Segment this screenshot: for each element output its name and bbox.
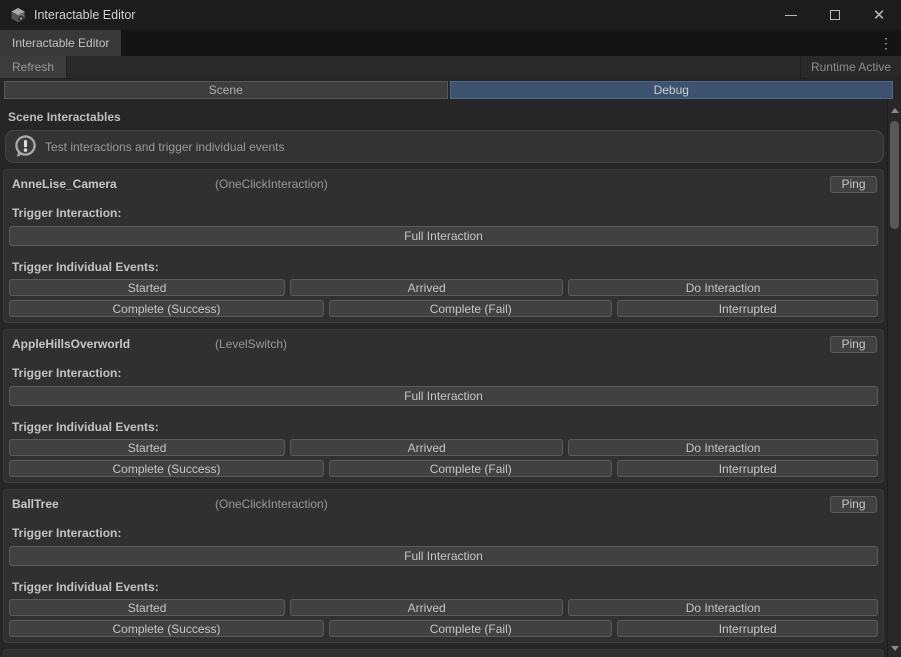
info-bubble-icon	[14, 135, 37, 158]
tab-strip: Interactable Editor ⋮	[0, 30, 901, 56]
tab-scene[interactable]: Scene	[4, 81, 448, 99]
window-title: Interactable Editor	[34, 8, 135, 22]
interrupted-button[interactable]: Interrupted	[617, 460, 878, 477]
interactable-section-balltree: BallTree (OneClickInteraction) Ping Trig…	[3, 489, 884, 643]
complete-fail-button[interactable]: Complete (Fail)	[329, 300, 612, 317]
interactable-type: (OneClickInteraction)	[215, 497, 830, 511]
events-row-2: Complete (Success) Complete (Fail) Inter…	[9, 300, 878, 317]
full-interaction-button[interactable]: Full Interaction	[9, 546, 878, 566]
interactable-name: BallTree	[9, 497, 215, 511]
toolbar-spacer	[67, 56, 800, 78]
trigger-interaction-label: Trigger Interaction:	[9, 366, 878, 380]
view-toggle: Scene Debug	[0, 79, 901, 99]
started-button[interactable]: Started	[9, 439, 285, 456]
complete-success-button[interactable]: Complete (Success)	[9, 460, 324, 477]
info-text: Test interactions and trigger individual…	[45, 140, 284, 154]
next-section-partial	[3, 649, 884, 657]
page-title: Scene Interactables	[8, 110, 887, 124]
maximize-icon	[830, 10, 840, 20]
arrived-button[interactable]: Arrived	[290, 439, 563, 456]
do-interaction-button[interactable]: Do Interaction	[568, 599, 878, 616]
events-row-1: Started Arrived Do Interaction	[9, 279, 878, 296]
complete-fail-button[interactable]: Complete (Fail)	[329, 620, 612, 637]
trigger-events-label: Trigger Individual Events:	[9, 260, 878, 274]
section-header: AppleHillsOverworld (LevelSwitch) Ping	[9, 336, 878, 352]
window-controls: ✕	[769, 0, 901, 30]
interactable-type: (OneClickInteraction)	[215, 177, 830, 191]
section-header: AnneLise_Camera (OneClickInteraction) Pi…	[9, 176, 878, 192]
ping-button[interactable]: Ping	[830, 496, 877, 513]
events-row-1: Started Arrived Do Interaction	[9, 599, 878, 616]
titlebar: Interactable Editor ✕	[0, 0, 901, 30]
kebab-menu-icon[interactable]: ⋮	[879, 30, 893, 56]
interactable-name: AnneLise_Camera	[9, 177, 215, 191]
started-button[interactable]: Started	[9, 599, 285, 616]
complete-fail-button[interactable]: Complete (Fail)	[329, 460, 612, 477]
interactable-section-annelise-camera: AnneLise_Camera (OneClickInteraction) Pi…	[3, 169, 884, 323]
events-row-2: Complete (Success) Complete (Fail) Inter…	[9, 620, 878, 637]
trigger-interaction-label: Trigger Interaction:	[9, 526, 878, 540]
scroll-down-icon[interactable]	[891, 646, 899, 651]
minimize-icon	[785, 15, 797, 16]
interactable-section-applehills-overworld: AppleHillsOverworld (LevelSwitch) Ping T…	[3, 329, 884, 483]
close-button[interactable]: ✕	[857, 0, 901, 30]
interrupted-button[interactable]: Interrupted	[617, 620, 878, 637]
trigger-events-label: Trigger Individual Events:	[9, 580, 878, 594]
toolbar: Refresh Runtime Active	[0, 56, 901, 79]
tab-interactable-editor[interactable]: Interactable Editor	[0, 30, 121, 56]
interactable-name: AppleHillsOverworld	[9, 337, 215, 351]
started-button[interactable]: Started	[9, 279, 285, 296]
scroll-up-icon[interactable]	[891, 108, 899, 113]
unity-cube-icon	[10, 7, 26, 23]
interrupted-button[interactable]: Interrupted	[617, 300, 878, 317]
content: Scene Interactables Test interactions an…	[0, 99, 887, 657]
do-interaction-button[interactable]: Do Interaction	[568, 439, 878, 456]
tab-debug[interactable]: Debug	[450, 81, 894, 99]
scroll-region: Scene Interactables Test interactions an…	[0, 99, 901, 657]
ping-button[interactable]: Ping	[830, 176, 877, 193]
do-interaction-button[interactable]: Do Interaction	[568, 279, 878, 296]
complete-success-button[interactable]: Complete (Success)	[9, 300, 324, 317]
minimize-button[interactable]	[769, 0, 813, 30]
section-header: BallTree (OneClickInteraction) Ping	[9, 496, 878, 512]
trigger-interaction-label: Trigger Interaction:	[9, 206, 878, 220]
scrollbar-thumb[interactable]	[890, 121, 899, 229]
ping-button[interactable]: Ping	[830, 336, 877, 353]
trigger-events-label: Trigger Individual Events:	[9, 420, 878, 434]
refresh-button[interactable]: Refresh	[0, 56, 67, 78]
vertical-scrollbar[interactable]	[887, 99, 901, 657]
maximize-button[interactable]	[813, 0, 857, 30]
info-helpbox: Test interactions and trigger individual…	[5, 130, 884, 163]
full-interaction-button[interactable]: Full Interaction	[9, 386, 878, 406]
complete-success-button[interactable]: Complete (Success)	[9, 620, 324, 637]
interactable-type: (LevelSwitch)	[215, 337, 830, 351]
arrived-button[interactable]: Arrived	[290, 279, 563, 296]
arrived-button[interactable]: Arrived	[290, 599, 563, 616]
events-row-1: Started Arrived Do Interaction	[9, 439, 878, 456]
events-row-2: Complete (Success) Complete (Fail) Inter…	[9, 460, 878, 477]
runtime-active-toggle[interactable]: Runtime Active	[800, 56, 901, 78]
interactable-editor-window: Interactable Editor ✕ Interactable Edito…	[0, 0, 901, 657]
full-interaction-button[interactable]: Full Interaction	[9, 226, 878, 246]
